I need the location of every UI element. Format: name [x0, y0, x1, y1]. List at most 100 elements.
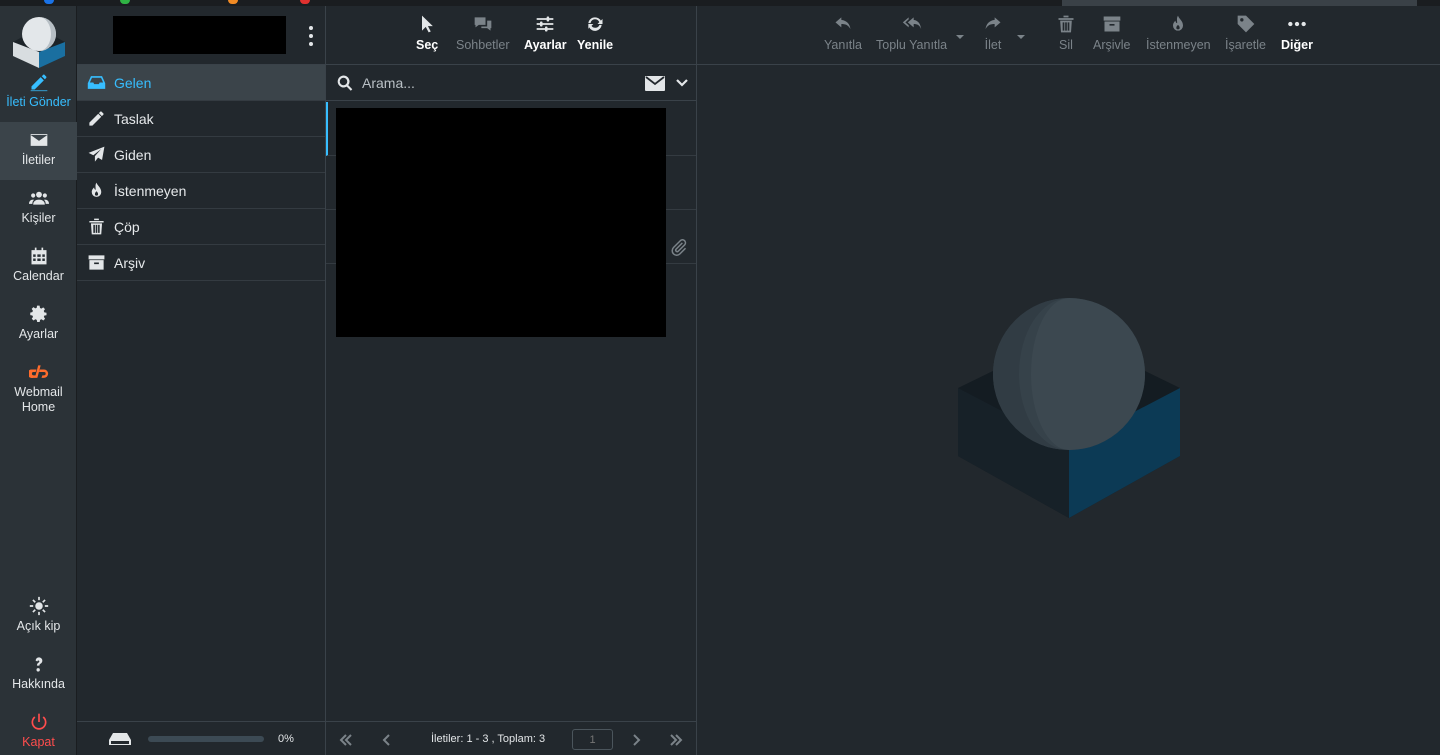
folder-sent[interactable]: Giden: [77, 137, 325, 173]
pencil-icon: [89, 111, 104, 126]
nav-contacts[interactable]: Kişiler: [0, 180, 77, 238]
folder-drafts[interactable]: Taslak: [77, 101, 325, 137]
delete-button[interactable]: Sil: [1056, 14, 1076, 52]
search-bar: [326, 65, 696, 101]
junk-button[interactable]: İstenmeyen: [1146, 14, 1211, 52]
power-icon: [31, 713, 46, 730]
ellipsis-icon: [1288, 21, 1306, 27]
users-icon: [28, 191, 49, 205]
envelope-icon: [30, 134, 47, 146]
quota-progress: [148, 735, 264, 742]
page-number-input[interactable]: [572, 729, 613, 750]
forward-dropdown-caret[interactable]: [1017, 35, 1025, 39]
reply-all-dropdown-caret[interactable]: [956, 35, 964, 39]
envelope-filter-icon[interactable]: [645, 76, 665, 91]
message-toolbar: Yanıtla Toplu Yanıtla İlet Sil Arşivle İ…: [697, 6, 1440, 65]
logout-button[interactable]: Kapat: [0, 704, 77, 755]
nav-calendar-label: Calendar: [13, 269, 64, 283]
previous-page-icon[interactable]: [380, 733, 394, 747]
nav-contacts-label: Kişiler: [21, 211, 56, 225]
sliders-icon: [536, 16, 554, 32]
message-list-toolbar: Seç Sohbetler Ayarlar Yenile: [326, 6, 696, 65]
nav-settings-label: Ayarlar: [18, 327, 59, 341]
dot-icon: [309, 34, 313, 38]
folder-inbox[interactable]: Gelen: [77, 65, 325, 101]
more-button[interactable]: Diğer: [1281, 14, 1313, 52]
folder-label: Giden: [114, 146, 152, 163]
compose-icon: [30, 74, 47, 92]
folder-menu-button[interactable]: [307, 26, 315, 46]
message-list-footer: İletiler: 1 - 3 , Toplam: 3: [326, 721, 696, 755]
cursor-icon: [422, 15, 433, 33]
about-label: Hakkında: [12, 677, 65, 691]
tag-icon: [1237, 15, 1254, 33]
nav-messages[interactable]: İletiler: [0, 122, 77, 180]
refresh-button[interactable]: Yenile: [577, 14, 613, 52]
search-input[interactable]: [362, 72, 632, 94]
reply-icon: [835, 17, 851, 29]
compose-label: İleti Gönder: [6, 95, 71, 109]
nav-calendar[interactable]: Calendar: [0, 238, 77, 296]
reply-button[interactable]: Yanıtla: [824, 14, 862, 52]
paper-plane-icon: [88, 146, 105, 162]
roundcube-logo[interactable]: [11, 12, 67, 68]
inbox-icon: [87, 76, 106, 89]
folder-label: Arşiv: [114, 254, 146, 271]
list-options-button[interactable]: Ayarlar: [524, 14, 567, 52]
logout-label: Kapat: [22, 735, 55, 749]
sun-icon: [29, 596, 48, 616]
folder-label: Çöp: [114, 218, 140, 235]
threads-button[interactable]: Sohbetler: [456, 14, 510, 52]
junk-label: İstenmeyen: [1146, 38, 1211, 52]
folder-archive[interactable]: Arşiv: [77, 245, 325, 281]
browser-tab-icon: [300, 0, 310, 4]
reading-pane: Yanıtla Toplu Yanıtla İlet Sil Arşivle İ…: [697, 6, 1440, 755]
forward-label: İlet: [984, 38, 1002, 52]
archive-button[interactable]: Arşivle: [1093, 14, 1131, 52]
first-page-icon[interactable]: [339, 733, 353, 747]
fire-icon: [1173, 15, 1184, 31]
trash-icon: [89, 218, 104, 235]
theme-toggle-button[interactable]: Açık kip: [0, 588, 77, 646]
nav-webmail-home-label: Webmail Home: [14, 385, 63, 414]
reply-all-button[interactable]: Toplu Yanıtla: [876, 14, 947, 52]
archive-icon: [1103, 16, 1121, 32]
chevron-down-icon[interactable]: [676, 77, 688, 89]
folder-junk[interactable]: İstenmeyen: [77, 173, 325, 209]
gear-icon: [29, 305, 46, 322]
folder-label: Taslak: [114, 110, 154, 127]
about-button[interactable]: Hakkında: [0, 646, 77, 704]
select-button[interactable]: Seç: [416, 14, 438, 52]
next-page-icon[interactable]: [629, 733, 643, 747]
browser-tab-icon: [44, 0, 54, 4]
reply-all-label: Toplu Yanıtla: [876, 38, 948, 52]
archive-label: Arşivle: [1093, 38, 1131, 52]
question-icon: [35, 657, 42, 672]
refresh-icon: [588, 17, 603, 31]
dot-icon: [309, 42, 313, 46]
folder-trash[interactable]: Çöp: [77, 209, 325, 245]
nav-webmail-home[interactable]: Webmail Home: [0, 354, 77, 426]
last-page-icon[interactable]: [669, 733, 683, 747]
forward-button[interactable]: İlet: [983, 14, 1003, 52]
browser-tab-icon: [120, 0, 130, 4]
nav-settings[interactable]: Ayarlar: [0, 296, 77, 354]
threads-label: Sohbetler: [456, 38, 510, 52]
mark-button[interactable]: İşaretle: [1225, 14, 1266, 52]
cpanel-icon: [28, 365, 48, 378]
roundcube-watermark-logo: [958, 298, 1180, 518]
delete-label: Sil: [1059, 38, 1073, 52]
refresh-label: Yenile: [577, 38, 614, 52]
mark-label: İşaretle: [1225, 38, 1266, 52]
quota-percent: 0%: [278, 732, 294, 745]
message-count: İletiler: 1 - 3 , Toplam: 3: [431, 733, 546, 745]
theme-toggle-label: Açık kip: [16, 619, 61, 633]
forward-icon: [985, 17, 1001, 29]
reply-label: Yanıtla: [824, 38, 862, 52]
paperclip-icon: [671, 239, 687, 256]
search-icon[interactable]: [336, 74, 354, 92]
compose-button[interactable]: İleti Gönder: [0, 64, 77, 122]
comments-icon: [474, 17, 492, 31]
select-label: Seç: [416, 38, 439, 52]
hard-drive-icon: [109, 732, 131, 745]
